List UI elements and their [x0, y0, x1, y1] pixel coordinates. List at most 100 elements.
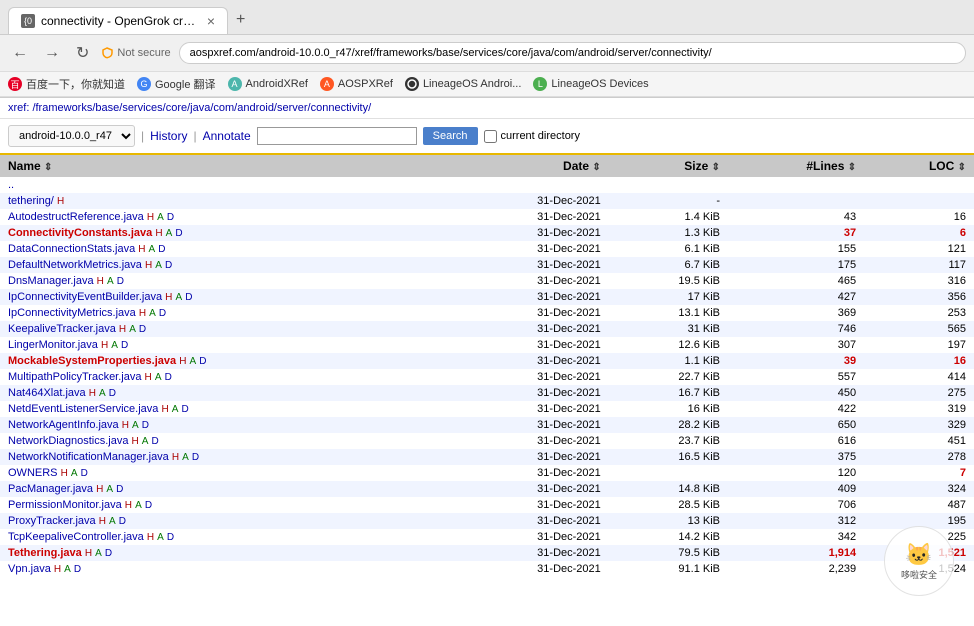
link-d[interactable]: D — [81, 468, 88, 479]
file-link[interactable]: IpConnectivityEventBuilder.java — [8, 291, 162, 303]
link-a[interactable]: A — [149, 308, 156, 319]
current-dir-checkbox-label[interactable]: current directory — [484, 130, 580, 143]
link-h[interactable]: H — [89, 388, 96, 399]
history-link[interactable]: History — [150, 129, 187, 143]
link-h[interactable]: H — [85, 548, 92, 559]
link-d[interactable]: D — [158, 244, 165, 255]
link-h[interactable]: H — [145, 260, 152, 271]
link-a[interactable]: A — [142, 436, 149, 447]
link-d[interactable]: D — [145, 500, 152, 511]
link-d[interactable]: D — [142, 420, 149, 431]
link-d[interactable]: D — [121, 340, 128, 351]
bookmark-baidu[interactable]: 百 百度一下，你就知道 — [8, 76, 125, 92]
link-h[interactable]: H — [99, 516, 106, 527]
file-link[interactable]: KeepaliveTracker.java — [8, 323, 116, 335]
file-link[interactable]: .. — [8, 179, 14, 191]
link-a[interactable]: A — [149, 244, 156, 255]
file-link[interactable]: NetworkNotificationManager.java — [8, 451, 169, 463]
sort-date-icon[interactable]: ⇕ — [592, 162, 600, 173]
link-d[interactable]: D — [109, 388, 116, 399]
link-h[interactable]: H — [145, 372, 152, 383]
file-link[interactable]: DnsManager.java — [8, 275, 94, 287]
link-h[interactable]: H — [138, 244, 145, 255]
link-h[interactable]: H — [147, 212, 154, 223]
search-input[interactable] — [257, 127, 417, 145]
file-link[interactable]: DefaultNetworkMetrics.java — [8, 259, 142, 271]
link-h[interactable]: H — [139, 308, 146, 319]
link-h[interactable]: H — [155, 228, 162, 239]
link-a[interactable]: A — [111, 340, 118, 351]
link-d[interactable]: D — [159, 308, 166, 319]
file-link[interactable]: AutodestructReference.java — [8, 211, 144, 223]
link-h[interactable]: H — [96, 484, 103, 495]
link-d[interactable]: D — [165, 260, 172, 271]
file-link[interactable]: tethering/ — [8, 195, 54, 207]
link-a[interactable]: A — [190, 356, 197, 367]
link-d[interactable]: D — [74, 564, 81, 575]
link-h[interactable]: H — [61, 468, 68, 479]
link-d[interactable]: D — [152, 436, 159, 447]
link-d[interactable]: D — [116, 484, 123, 495]
file-link[interactable]: ProxyTracker.java — [8, 515, 96, 527]
file-link[interactable]: TcpKeepaliveController.java — [8, 531, 144, 543]
bookmark-androidxref[interactable]: A AndroidXRef — [228, 77, 308, 91]
bookmark-lineageos-devices[interactable]: L LineageOS Devices — [533, 77, 648, 91]
link-h[interactable]: H — [147, 532, 154, 543]
link-d[interactable]: D — [182, 404, 189, 415]
version-select[interactable]: android-10.0.0_r47 — [8, 125, 135, 147]
link-a[interactable]: A — [157, 212, 164, 223]
url-bar[interactable] — [179, 42, 966, 64]
file-link[interactable]: NetdEventListenerService.java — [8, 403, 158, 415]
link-a[interactable]: A — [155, 372, 162, 383]
file-link[interactable]: Nat464Xlat.java — [8, 387, 86, 399]
file-link[interactable]: PermissionMonitor.java — [8, 499, 122, 511]
link-h[interactable]: H — [57, 196, 64, 207]
link-a[interactable]: A — [182, 452, 189, 463]
link-a[interactable]: A — [71, 468, 78, 479]
file-link[interactable]: MockableSystemProperties.java — [8, 355, 176, 367]
sort-loc-icon[interactable]: ⇕ — [958, 162, 966, 173]
file-link[interactable]: PacManager.java — [8, 483, 93, 495]
file-link[interactable]: IpConnectivityMetrics.java — [8, 307, 136, 319]
link-a[interactable]: A — [175, 292, 182, 303]
annotate-link[interactable]: Annotate — [203, 129, 251, 143]
link-a[interactable]: A — [129, 324, 136, 335]
link-d[interactable]: D — [175, 228, 182, 239]
reload-button[interactable]: ↻ — [72, 41, 93, 65]
link-d[interactable]: D — [117, 276, 124, 287]
link-d[interactable]: D — [105, 548, 112, 559]
file-link[interactable]: Tethering.java — [8, 547, 82, 559]
current-dir-checkbox[interactable] — [484, 130, 497, 143]
sort-name-icon[interactable]: ⇕ — [44, 162, 52, 173]
link-d[interactable]: D — [185, 292, 192, 303]
file-link[interactable]: OWNERS — [8, 467, 58, 479]
link-d[interactable]: D — [167, 532, 174, 543]
link-a[interactable]: A — [95, 548, 102, 559]
file-link[interactable]: NetworkDiagnostics.java — [8, 435, 128, 447]
link-h[interactable]: H — [172, 452, 179, 463]
link-a[interactable]: A — [155, 260, 162, 271]
link-d[interactable]: D — [192, 452, 199, 463]
file-link[interactable]: NetworkAgentInfo.java — [8, 419, 119, 431]
new-tab-button[interactable]: + — [228, 6, 253, 34]
link-h[interactable]: H — [125, 500, 132, 511]
file-link[interactable]: MultipathPolicyTracker.java — [8, 371, 141, 383]
link-d[interactable]: D — [167, 212, 174, 223]
bookmark-aospxref[interactable]: A AOSPXRef — [320, 77, 393, 91]
link-a[interactable]: A — [64, 564, 71, 575]
link-a[interactable]: A — [166, 228, 173, 239]
link-h[interactable]: H — [119, 324, 126, 335]
link-h[interactable]: H — [54, 564, 61, 575]
file-link[interactable]: ConnectivityConstants.java — [8, 227, 152, 239]
link-d[interactable]: D — [165, 372, 172, 383]
link-d[interactable]: D — [199, 356, 206, 367]
link-a[interactable]: A — [135, 500, 142, 511]
sort-lines-icon[interactable]: ⇕ — [848, 162, 856, 173]
link-h[interactable]: H — [97, 276, 104, 287]
link-a[interactable]: A — [107, 276, 114, 287]
link-a[interactable]: A — [99, 388, 106, 399]
link-a[interactable]: A — [106, 484, 113, 495]
link-h[interactable]: H — [122, 420, 129, 431]
file-link[interactable]: LingerMonitor.java — [8, 339, 98, 351]
link-h[interactable]: H — [132, 436, 139, 447]
